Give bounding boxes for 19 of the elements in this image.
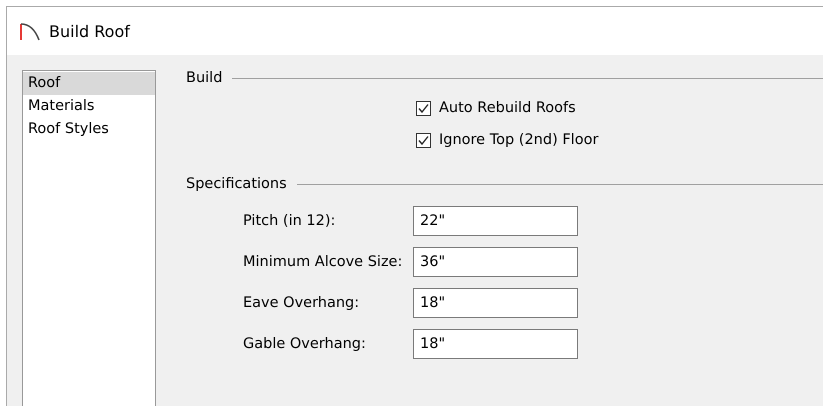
checkbox-label: Ignore Top (2nd) Floor [439, 132, 598, 148]
group-title: Specifications [186, 176, 287, 192]
input-field[interactable]: 36" [413, 247, 578, 277]
sidebar-item[interactable]: Materials [23, 95, 155, 118]
input-field[interactable]: 18" [413, 329, 578, 359]
field-label: Pitch (in 12): [243, 213, 336, 229]
input-field[interactable]: 18" [413, 288, 578, 318]
checkbox[interactable] [416, 100, 431, 116]
input-field[interactable]: 22" [413, 206, 578, 236]
field-label: Gable Overhang: [243, 336, 367, 352]
checkbox-label: Auto Rebuild Roofs [439, 100, 576, 116]
checkbox[interactable] [416, 132, 431, 148]
group-title: Build [186, 70, 222, 86]
field-label: Minimum Alcove Size: [243, 254, 404, 270]
window-title: Build Roof [49, 22, 130, 40]
sidebar-item[interactable]: Roof [23, 72, 155, 95]
roof-icon [19, 20, 41, 42]
field-label: Eave Overhang: [243, 295, 360, 311]
sidebar-item[interactable]: Roof Styles [23, 118, 155, 141]
